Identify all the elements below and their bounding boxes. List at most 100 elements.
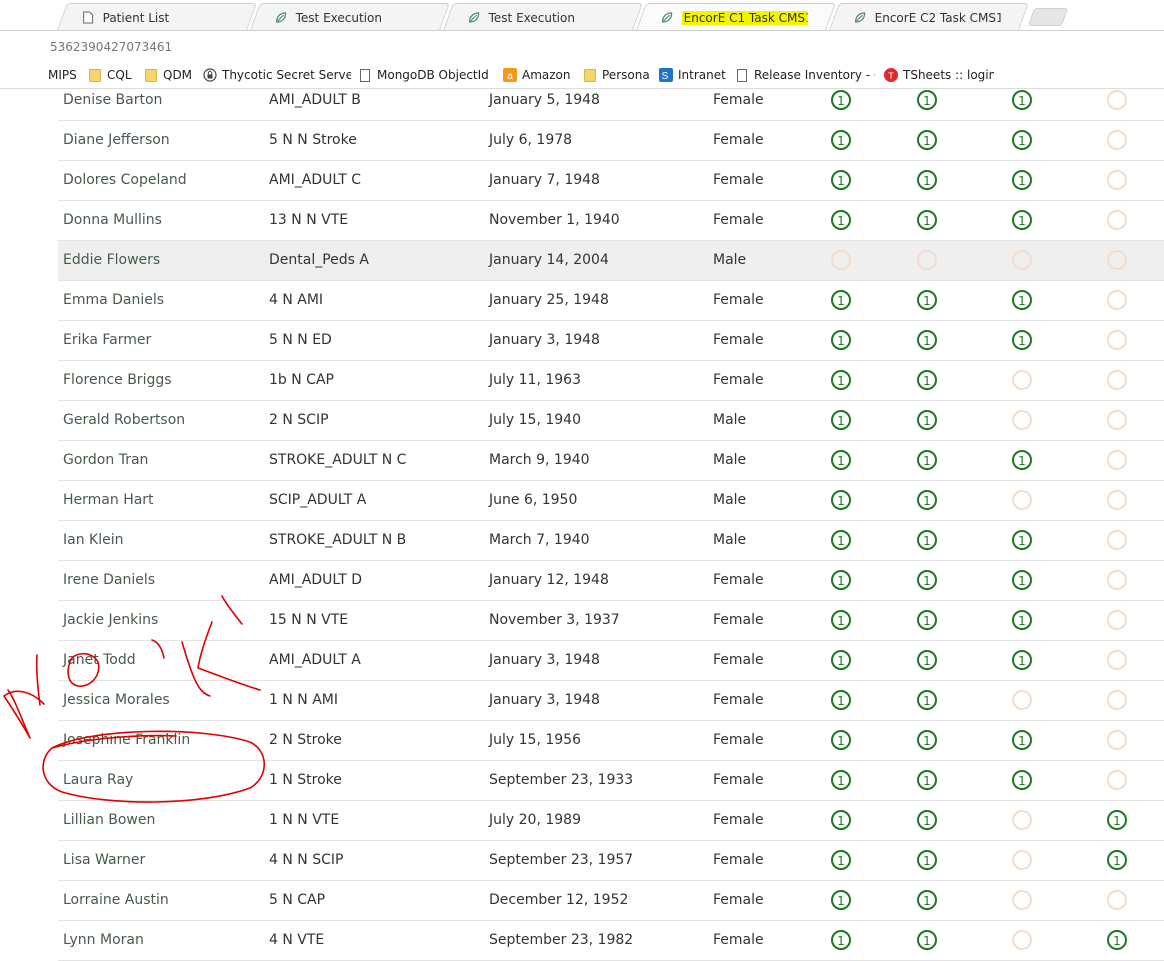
table-row[interactable]: Eddie Flowers Dental_Peds A January 14, 20… <box>58 241 1164 281</box>
status-empty-icon[interactable] <box>1107 170 1127 190</box>
status-empty-icon[interactable] <box>1107 290 1127 310</box>
status-pass-icon[interactable]: 1 <box>917 810 937 830</box>
status-empty-icon[interactable] <box>1012 690 1032 710</box>
status-empty-icon[interactable] <box>1107 890 1127 910</box>
status-pass-icon[interactable]: 1 <box>831 370 851 390</box>
table-row[interactable]: Janet Todd AMI_ADULT A January 3, 1948 Fema… <box>58 641 1164 681</box>
status-pass-icon[interactable]: 1 <box>831 490 851 510</box>
status-pass-icon[interactable]: 1 <box>831 330 851 350</box>
browser-tab-2[interactable]: Test Execution <box>250 3 450 30</box>
status-pass-icon[interactable]: 1 <box>831 610 851 630</box>
table-row[interactable]: Irene Daniels AMI_ADULT D January 12, 1948… <box>58 561 1164 601</box>
status-pass-icon[interactable]: 1 <box>917 410 937 430</box>
table-row[interactable]: Laura Ray 1 N Stroke September 23, 1933 Fem… <box>58 761 1164 801</box>
table-row[interactable]: Denise Barton AMI_ADULT B January 5, 1948 F… <box>58 81 1164 121</box>
status-pass-icon[interactable]: 1 <box>831 530 851 550</box>
status-pass-icon[interactable]: 1 <box>917 290 937 310</box>
status-pass-icon[interactable]: 1 <box>831 850 851 870</box>
patient-name[interactable]: Gordon Tran <box>63 452 148 468</box>
status-pass-icon[interactable]: 1 <box>831 170 851 190</box>
status-empty-icon[interactable] <box>917 250 937 270</box>
status-pass-icon[interactable]: 1 <box>1107 850 1127 870</box>
status-pass-icon[interactable]: 1 <box>831 450 851 470</box>
patient-name[interactable]: Lillian Bowen <box>63 812 155 828</box>
patient-name[interactable]: Diane Jefferson <box>63 132 170 148</box>
status-pass-icon[interactable]: 1 <box>917 170 937 190</box>
status-pass-icon[interactable]: 1 <box>917 650 937 670</box>
status-pass-icon[interactable]: 1 <box>1012 130 1032 150</box>
status-pass-icon[interactable]: 1 <box>1107 810 1127 830</box>
table-row[interactable]: Josephine Franklin 2 N Stroke July 15, 195… <box>58 721 1164 761</box>
patient-name[interactable]: Erika Farmer <box>63 332 151 348</box>
table-row[interactable]: Ian Klein STROKE_ADULT N B March 7, 1940 Ma… <box>58 521 1164 561</box>
table-row[interactable]: Jackie Jenkins 15 N N VTE November 3, 1937… <box>58 601 1164 641</box>
table-row[interactable]: Lillian Bowen 1 N N VTE July 20, 1989 Femal… <box>58 801 1164 841</box>
patient-name[interactable]: Donna Mullins <box>63 212 162 228</box>
table-row[interactable]: Florence Briggs 1b N CAP July 11, 1963 Fema… <box>58 361 1164 401</box>
status-pass-icon[interactable]: 1 <box>1012 650 1032 670</box>
status-pass-icon[interactable]: 1 <box>1012 330 1032 350</box>
patient-name[interactable]: Denise Barton <box>63 92 162 108</box>
status-pass-icon[interactable]: 1 <box>917 890 937 910</box>
status-pass-icon[interactable]: 1 <box>831 130 851 150</box>
browser-tab-3[interactable]: Test Execution <box>443 3 643 30</box>
status-pass-icon[interactable]: 1 <box>917 370 937 390</box>
status-pass-icon[interactable]: 1 <box>1012 170 1032 190</box>
patient-name[interactable]: Jessica Morales <box>63 692 170 708</box>
status-empty-icon[interactable] <box>1107 690 1127 710</box>
browser-tab-4[interactable]: EncorE C1 Task CMS108v <box>636 3 836 30</box>
status-empty-icon[interactable] <box>1107 370 1127 390</box>
status-pass-icon[interactable]: 1 <box>917 610 937 630</box>
status-empty-icon[interactable] <box>1107 650 1127 670</box>
status-pass-icon[interactable]: 1 <box>1012 90 1032 110</box>
status-pass-icon[interactable]: 1 <box>917 690 937 710</box>
status-pass-icon[interactable]: 1 <box>1012 290 1032 310</box>
table-row[interactable]: Gerald Robertson 2 N SCIP July 15, 1940 Mal… <box>58 401 1164 441</box>
status-pass-icon[interactable]: 1 <box>917 490 937 510</box>
table-row[interactable]: Lisa Warner 4 N N SCIP September 23, 1957 F… <box>58 841 1164 881</box>
status-pass-icon[interactable]: 1 <box>831 410 851 430</box>
status-pass-icon[interactable]: 1 <box>917 930 937 950</box>
status-pass-icon[interactable]: 1 <box>831 690 851 710</box>
patient-name[interactable]: Emma Daniels <box>63 292 164 308</box>
status-empty-icon[interactable] <box>1107 450 1127 470</box>
status-pass-icon[interactable]: 1 <box>1012 530 1032 550</box>
status-pass-icon[interactable]: 1 <box>1012 730 1032 750</box>
address-bar[interactable]: 5362390427073461 <box>0 32 1164 62</box>
table-row[interactable]: Emma Daniels 4 N AMI January 25, 1948 Femal… <box>58 281 1164 321</box>
status-empty-icon[interactable] <box>1012 490 1032 510</box>
status-pass-icon[interactable]: 1 <box>917 730 937 750</box>
status-empty-icon[interactable] <box>1107 570 1127 590</box>
status-empty-icon[interactable] <box>1012 890 1032 910</box>
status-empty-icon[interactable] <box>1012 810 1032 830</box>
browser-tab-5[interactable]: EncorE C2 Task CMS108v <box>829 3 1029 30</box>
status-empty-icon[interactable] <box>1107 490 1127 510</box>
status-pass-icon[interactable]: 1 <box>831 210 851 230</box>
status-pass-icon[interactable]: 1 <box>831 730 851 750</box>
status-empty-icon[interactable] <box>1107 730 1127 750</box>
status-pass-icon[interactable]: 1 <box>917 210 937 230</box>
patient-name[interactable]: Lynn Moran <box>63 932 144 948</box>
status-empty-icon[interactable] <box>1107 610 1127 630</box>
status-pass-icon[interactable]: 1 <box>831 930 851 950</box>
status-pass-icon[interactable]: 1 <box>1012 570 1032 590</box>
table-row[interactable]: Lynn Moran 4 N VTE September 23, 1982 Femal… <box>58 921 1164 961</box>
status-pass-icon[interactable]: 1 <box>917 770 937 790</box>
patient-name[interactable]: Irene Daniels <box>63 572 155 588</box>
status-empty-icon[interactable] <box>1012 850 1032 870</box>
patient-name[interactable]: Janet Todd <box>63 652 136 668</box>
patient-name[interactable]: Jackie Jenkins <box>63 612 158 628</box>
table-row[interactable]: Jessica Morales 1 N N AMI January 3, 1948 F… <box>58 681 1164 721</box>
status-pass-icon[interactable]: 1 <box>917 570 937 590</box>
status-empty-icon[interactable] <box>1107 90 1127 110</box>
status-pass-icon[interactable]: 1 <box>917 90 937 110</box>
patient-name[interactable]: Dolores Copeland <box>63 172 187 188</box>
status-pass-icon[interactable]: 1 <box>917 130 937 150</box>
patient-name[interactable]: Gerald Robertson <box>63 412 185 428</box>
status-pass-icon[interactable]: 1 <box>831 890 851 910</box>
status-pass-icon[interactable]: 1 <box>1012 770 1032 790</box>
status-empty-icon[interactable] <box>1107 130 1127 150</box>
status-pass-icon[interactable]: 1 <box>917 530 937 550</box>
status-empty-icon[interactable] <box>1107 530 1127 550</box>
status-pass-icon[interactable]: 1 <box>917 850 937 870</box>
